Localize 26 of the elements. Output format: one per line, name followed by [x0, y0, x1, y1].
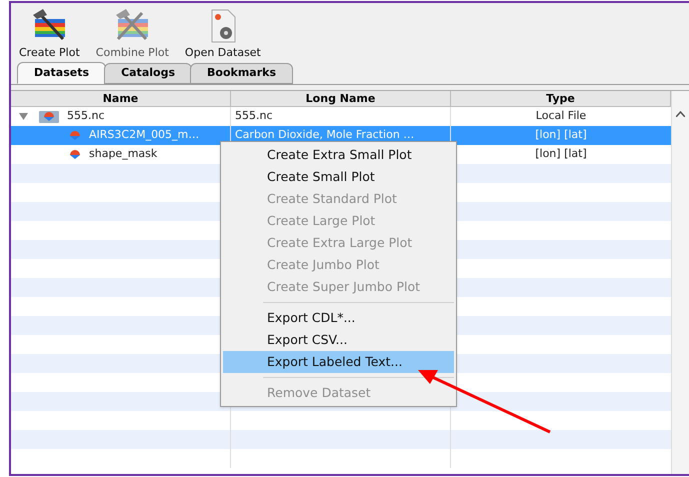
- type-cell-text: [lon] [lat]: [535, 127, 587, 144]
- type-cell-text: Local File: [536, 108, 586, 124]
- column-header[interactable]: Name: [11, 91, 231, 106]
- column-header[interactable]: Long Name: [231, 91, 451, 106]
- tab[interactable]: Datasets: [17, 62, 106, 84]
- menu-item[interactable]: Export Labeled Text...: [223, 351, 454, 373]
- menu-item[interactable]: Export CDL*...: [223, 307, 454, 329]
- variable-icon: [69, 130, 81, 140]
- long-name-cell-text: 555.nc: [235, 108, 273, 124]
- menu-item[interactable]: Create Small Plot: [223, 166, 454, 188]
- scrollbar[interactable]: [671, 91, 689, 474]
- tab[interactable]: Catalogs: [104, 63, 192, 84]
- type-cell-text: [lon] [lat]: [535, 146, 587, 162]
- menu-item[interactable]: Create Extra Small Plot: [223, 144, 454, 166]
- toolbar-button[interactable]: Create Plot: [15, 8, 84, 61]
- menu-item[interactable]: Export CSV...: [223, 329, 454, 351]
- name-cell-text: 555.nc: [67, 108, 105, 124]
- long-name-cell-text: Carbon Dioxide, Mole Fraction …: [235, 127, 414, 144]
- folder-icon: [39, 110, 59, 123]
- scroll-up-icon[interactable]: [676, 111, 685, 117]
- name-cell-text: shape_mask: [89, 146, 158, 162]
- expand-triangle-icon[interactable]: [19, 112, 31, 121]
- variable-icon: [69, 150, 81, 160]
- toolbar-button[interactable]: Open Dataset: [180, 8, 265, 61]
- tab[interactable]: Bookmarks: [190, 63, 293, 84]
- name-cell-text: AIRS3C2M_005_m…: [89, 127, 200, 144]
